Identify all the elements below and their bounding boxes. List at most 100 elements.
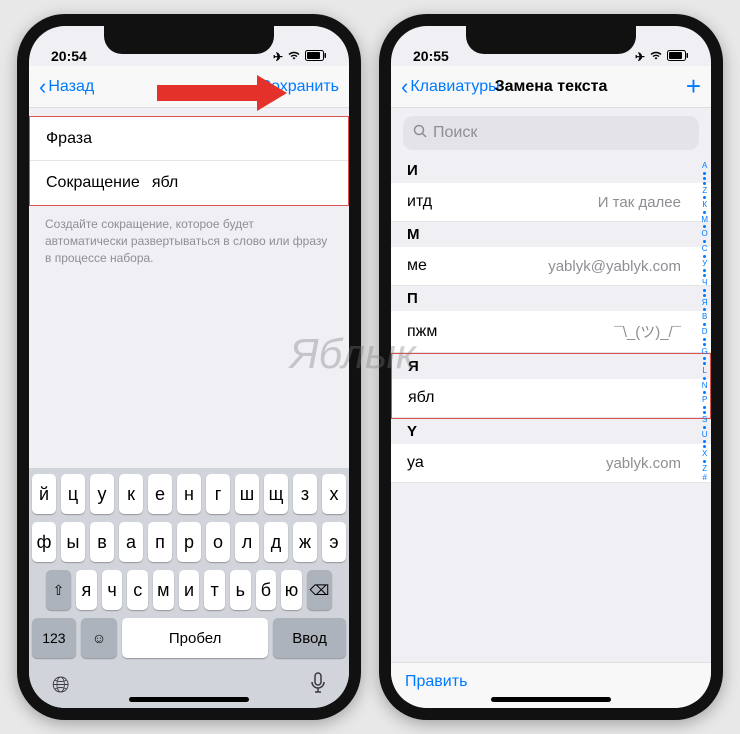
index-char[interactable]	[703, 274, 706, 277]
key-ь[interactable]: ь	[230, 570, 251, 610]
index-char[interactable]	[703, 289, 706, 292]
key-с[interactable]: с	[127, 570, 148, 610]
list-item[interactable]: итдИ так далее	[391, 183, 711, 222]
key-н[interactable]: н	[177, 474, 201, 514]
key-й[interactable]: й	[32, 474, 56, 514]
shortcut-row[interactable]: Сокращение ябл	[30, 161, 348, 205]
list-item[interactable]: ябл	[392, 379, 710, 418]
key-п[interactable]: п	[148, 522, 172, 562]
space-key[interactable]: Пробел	[122, 618, 268, 658]
index-char[interactable]: М	[701, 215, 708, 225]
key-в[interactable]: в	[90, 522, 114, 562]
index-char[interactable]	[703, 338, 706, 341]
index-char[interactable]: Ч	[702, 278, 707, 288]
key-у[interactable]: у	[90, 474, 114, 514]
index-char[interactable]: К	[702, 200, 707, 210]
index-char[interactable]: #	[702, 473, 706, 483]
key-о[interactable]: о	[206, 522, 230, 562]
index-char[interactable]	[703, 357, 706, 360]
index-char[interactable]	[703, 377, 706, 380]
index-char[interactable]	[703, 255, 706, 258]
key-р[interactable]: р	[177, 522, 201, 562]
section-index[interactable]: АZКМОСУЧЯВDGLNPSUXZ#	[701, 161, 708, 483]
list-item[interactable]: уаyablyk.com	[391, 444, 711, 483]
index-char[interactable]	[703, 172, 706, 175]
index-char[interactable]	[703, 343, 706, 346]
index-char[interactable]	[703, 240, 706, 243]
key-ф[interactable]: ф	[32, 522, 56, 562]
key-б[interactable]: б	[256, 570, 277, 610]
mic-icon[interactable]	[310, 672, 326, 700]
back-button[interactable]: ‹ Клавиатуры	[401, 74, 500, 100]
index-char[interactable]: В	[702, 312, 707, 322]
index-char[interactable]	[703, 196, 706, 199]
enter-key[interactable]: Ввод	[273, 618, 346, 658]
index-char[interactable]	[703, 182, 706, 185]
key-з[interactable]: з	[293, 474, 317, 514]
key-щ[interactable]: щ	[264, 474, 288, 514]
key-ы[interactable]: ы	[61, 522, 85, 562]
key-г[interactable]: г	[206, 474, 230, 514]
index-char[interactable]: С	[702, 244, 708, 254]
index-char[interactable]: P	[702, 395, 707, 405]
index-char[interactable]: У	[702, 259, 707, 269]
globe-icon[interactable]: 🌐︎	[52, 672, 70, 700]
key-я[interactable]: я	[76, 570, 97, 610]
index-char[interactable]	[703, 426, 706, 429]
search-input[interactable]: Поиск	[403, 116, 699, 150]
home-indicator[interactable]	[491, 697, 611, 702]
index-char[interactable]	[703, 225, 706, 228]
index-char[interactable]	[703, 406, 706, 409]
index-char[interactable]	[703, 294, 706, 297]
key-ц[interactable]: ц	[61, 474, 85, 514]
key-ч[interactable]: ч	[102, 570, 123, 610]
backspace-key[interactable]: ⌫	[307, 570, 332, 610]
index-char[interactable]	[703, 308, 706, 311]
key-а[interactable]: а	[119, 522, 143, 562]
home-indicator[interactable]	[129, 697, 249, 702]
index-char[interactable]	[703, 177, 706, 180]
key-м[interactable]: м	[153, 570, 174, 610]
key-д[interactable]: д	[264, 522, 288, 562]
emoji-key[interactable]: ☺	[81, 618, 117, 658]
key-ж[interactable]: ж	[293, 522, 317, 562]
back-button[interactable]: ‹ Назад	[39, 74, 94, 100]
index-char[interactable]	[703, 269, 706, 272]
shift-key[interactable]: ⇧	[46, 570, 71, 610]
index-char[interactable]	[703, 362, 706, 365]
index-char[interactable]	[703, 323, 706, 326]
index-char[interactable]: О	[702, 229, 708, 239]
list-item[interactable]: меyablyk@yablyk.com	[391, 247, 711, 286]
list-item[interactable]: пжм¯\_(ツ)_/¯	[391, 311, 711, 353]
index-char[interactable]: Я	[702, 298, 708, 308]
index-char[interactable]: Z	[702, 464, 707, 474]
numbers-key[interactable]: 123	[32, 618, 76, 658]
key-ю[interactable]: ю	[281, 570, 302, 610]
key-л[interactable]: л	[235, 522, 259, 562]
key-к[interactable]: к	[119, 474, 143, 514]
key-э[interactable]: э	[322, 522, 346, 562]
index-char[interactable]: L	[702, 366, 706, 376]
index-char[interactable]	[703, 411, 706, 414]
key-х[interactable]: х	[322, 474, 346, 514]
key-ш[interactable]: ш	[235, 474, 259, 514]
key-т[interactable]: т	[204, 570, 225, 610]
index-char[interactable]	[703, 391, 706, 394]
edit-button[interactable]: Править	[405, 673, 467, 691]
index-char[interactable]: G	[702, 347, 708, 357]
add-button[interactable]: +	[686, 71, 701, 102]
index-char[interactable]: U	[702, 430, 708, 440]
index-char[interactable]: X	[702, 449, 707, 459]
index-char[interactable]	[703, 440, 706, 443]
index-char[interactable]: D	[702, 327, 708, 337]
phrase-row[interactable]: Фраза	[30, 117, 348, 161]
index-char[interactable]: Z	[702, 186, 707, 196]
index-char[interactable]	[703, 445, 706, 448]
key-и[interactable]: и	[179, 570, 200, 610]
index-char[interactable]	[703, 211, 706, 214]
index-char[interactable]: А	[702, 161, 707, 171]
index-char[interactable]: N	[702, 381, 708, 391]
index-char[interactable]: S	[702, 415, 707, 425]
key-е[interactable]: е	[148, 474, 172, 514]
index-char[interactable]	[703, 460, 706, 463]
